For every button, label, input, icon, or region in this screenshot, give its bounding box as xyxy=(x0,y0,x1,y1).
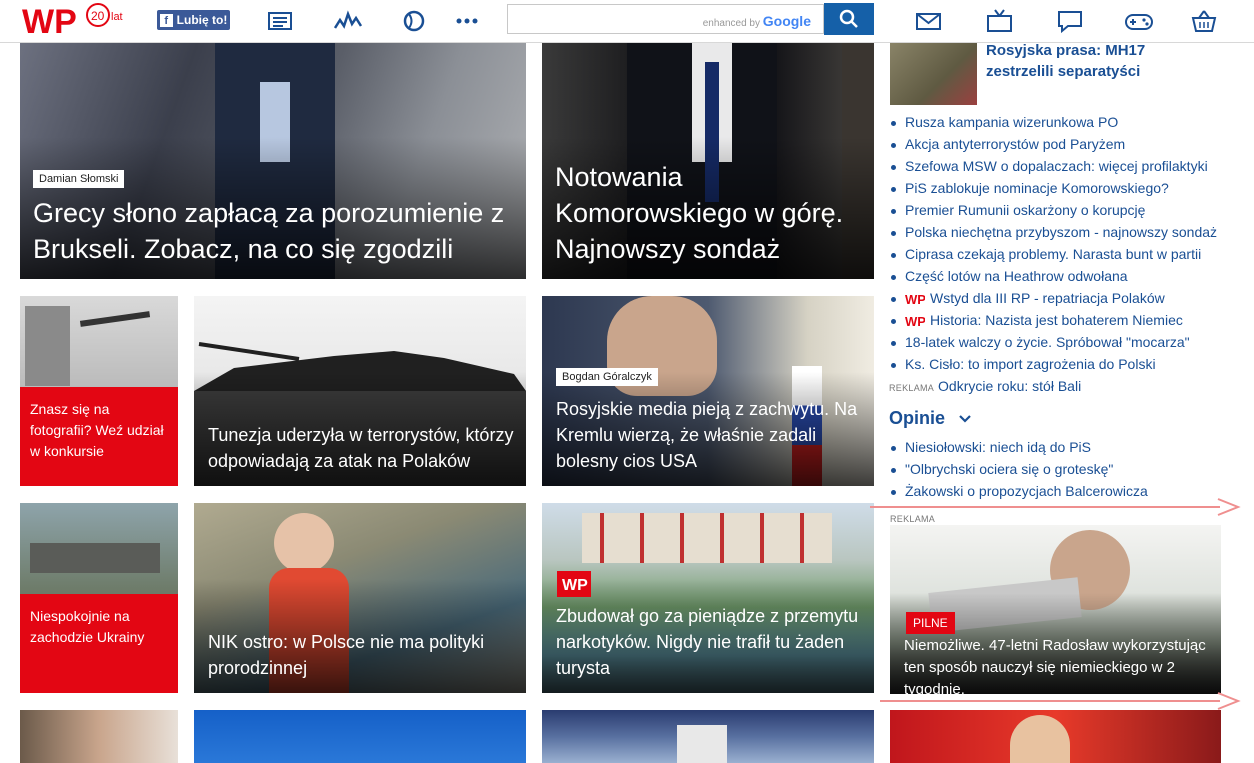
headline-tile[interactable] xyxy=(194,710,526,763)
svg-text:WP: WP xyxy=(562,577,588,594)
top-story-link[interactable]: Rosyjska prasa: MH17 zestrzelili separat… xyxy=(986,40,1216,82)
shop-icon[interactable] xyxy=(1190,8,1218,34)
like-label: Lubię to! xyxy=(176,13,228,27)
headline-title[interactable]: NIK ostro: w Polsce nie ma polityki pror… xyxy=(208,629,514,681)
opinion-item[interactable]: "Olbrychski ociera się o groteskę" xyxy=(889,461,1229,477)
search-icon xyxy=(839,9,858,28)
ad-link[interactable]: REKLAMA Odkrycie roku: stół Bali xyxy=(889,378,1229,394)
headline-tile[interactable]: Damian Słomski Grecy słono zapłacą za po… xyxy=(20,42,526,279)
top-bar: WP 20 lat f Lubię to! enhanced by Google xyxy=(0,0,1254,43)
anniversary-number: 20 xyxy=(91,9,105,23)
news-item[interactable]: Akcja antyterrorystów pod Paryżem xyxy=(889,136,1229,152)
news-item-wp[interactable]: WP Historia: Nazista jest bohaterem Niemi… xyxy=(889,312,1229,328)
opinie-header[interactable]: Opinie xyxy=(889,408,1229,429)
news-item[interactable]: Ks. Cisło: to import zagrożenia do Polsk… xyxy=(889,356,1229,372)
news-item[interactable]: 18-latek walczy o życie. Spróbował "moca… xyxy=(889,334,1229,350)
headline-title[interactable]: Tunezja uderzyła w terrorystów, którzy o… xyxy=(208,422,514,474)
headline-tile[interactable]: Tunezja uderzyła w terrorystów, którzy o… xyxy=(194,296,526,486)
ad-label: REKLAMA xyxy=(889,383,935,393)
headline-tile[interactable]: NIK ostro: w Polsce nie ma polityki pror… xyxy=(194,503,526,693)
promo-tile[interactable]: Znasz się na fotografii? Weź udział w ko… xyxy=(20,296,178,486)
news-item[interactable]: Polska niechętna przybyszom - najnowszy … xyxy=(889,224,1229,240)
headline-tile[interactable] xyxy=(890,710,1221,763)
headline-tile[interactable]: Notowania Komorowskiego w górę. Najnowsz… xyxy=(542,42,874,279)
promo-title[interactable]: Znasz się na fotografii? Weź udział w ko… xyxy=(30,399,172,462)
promo-red-box: Niespokojnie na zachodzie Ukrainy xyxy=(20,594,178,693)
svg-text:WP: WP xyxy=(905,315,925,327)
wp-logo[interactable]: WP 20 lat xyxy=(22,2,132,41)
search-button[interactable] xyxy=(824,3,874,35)
red-arrow-line xyxy=(870,506,1220,508)
wp-icon: WP xyxy=(905,315,925,327)
headline-tile[interactable] xyxy=(20,710,178,763)
arrow-right-icon xyxy=(1217,498,1241,516)
promo-ad-tile[interactable]: PILNE Niemożliwe. 47-letni Radosław wyko… xyxy=(890,525,1221,694)
author-label[interactable]: Bogdan Góralczyk xyxy=(556,368,658,386)
promo-title[interactable]: Niespokojnie na zachodzie Ukrainy xyxy=(30,606,172,648)
chevron-down-icon[interactable] xyxy=(958,414,972,424)
search-input[interactable]: enhanced by Google xyxy=(507,4,824,34)
facebook-like-button[interactable]: f Lubię to! xyxy=(157,10,230,30)
news-item[interactable]: PiS zablokuje nominacje Komorowskiego? xyxy=(889,180,1229,196)
news-item[interactable]: Szefowa MSW o dopalaczach: więcej profil… xyxy=(889,158,1229,174)
wp-icon: WP xyxy=(905,293,925,305)
news-item[interactable]: Premier Rumunii oskarżony o korupcję xyxy=(889,202,1229,218)
headline-title[interactable]: Notowania Komorowskiego w górę. Najnowsz… xyxy=(555,159,864,267)
svg-text:WP: WP xyxy=(905,293,925,305)
sport-icon[interactable] xyxy=(400,8,428,34)
opinion-item[interactable]: Niesiołowski: niech idą do PiS xyxy=(889,439,1229,455)
logo-text: WP xyxy=(22,3,77,40)
news-item-wp[interactable]: WP Wstyd dla III RP - repatriacja Polaków xyxy=(889,290,1229,306)
top-story-thumbnail[interactable] xyxy=(890,42,977,105)
news-item[interactable]: Część lotów na Heathrow odwołana xyxy=(889,268,1229,284)
opinion-item[interactable]: Żakowski o propozycjach Balcerowicza xyxy=(889,483,1229,499)
search-branding: enhanced by Google xyxy=(702,13,811,29)
headline-tile[interactable]: WP Zbudował go za pieniądze z przemytu n… xyxy=(542,503,874,693)
headline-title[interactable]: Grecy słono zapłacą za porozumienie z Br… xyxy=(33,195,516,267)
photo-building xyxy=(582,513,832,563)
arrow-right-icon xyxy=(1217,692,1241,710)
news-icon[interactable] xyxy=(266,8,294,34)
headline-title[interactable]: Rosyjskie media pieją z zachwytu. Na Kre… xyxy=(556,396,862,474)
photo-child-head xyxy=(274,513,334,573)
promo-ad-text[interactable]: Niemożliwe. 47-letni Radosław wykorzystu… xyxy=(904,635,1213,694)
more-icon[interactable] xyxy=(453,8,481,34)
finance-icon[interactable] xyxy=(333,8,363,34)
games-icon[interactable] xyxy=(1124,8,1153,34)
headline-tile[interactable] xyxy=(542,710,874,763)
ad-text[interactable]: Odkrycie roku: stół Bali xyxy=(938,378,1081,394)
wp-badge: WP xyxy=(557,571,591,597)
tv-icon[interactable] xyxy=(986,8,1014,34)
author-label[interactable]: Damian Słomski xyxy=(33,170,125,188)
opinie-title: Opinie xyxy=(889,408,946,428)
anniversary-suffix: lat xyxy=(111,11,123,23)
promo-red-box: Znasz się na fotografii? Weź udział w ko… xyxy=(20,387,178,486)
news-item[interactable]: Rusza kampania wizerunkowa PO xyxy=(889,114,1229,130)
facebook-icon: f xyxy=(159,13,173,27)
red-arrow-line xyxy=(880,700,1220,702)
chat-icon[interactable] xyxy=(1056,8,1084,34)
news-item[interactable]: Ciprasa czekają problemy. Narasta bunt w… xyxy=(889,246,1229,262)
promo-tile[interactable]: Niespokojnie na zachodzie Ukrainy xyxy=(20,503,178,693)
headline-tile[interactable]: Bogdan Góralczyk Rosyjskie media pieją z… xyxy=(542,296,874,486)
headline-title[interactable]: Zbudował go za pieniądze z przemytu nark… xyxy=(556,603,862,681)
promo-ad-label: REKLAMA xyxy=(890,514,936,524)
pilne-badge: PILNE xyxy=(906,612,955,634)
mail-icon[interactable] xyxy=(915,8,943,34)
